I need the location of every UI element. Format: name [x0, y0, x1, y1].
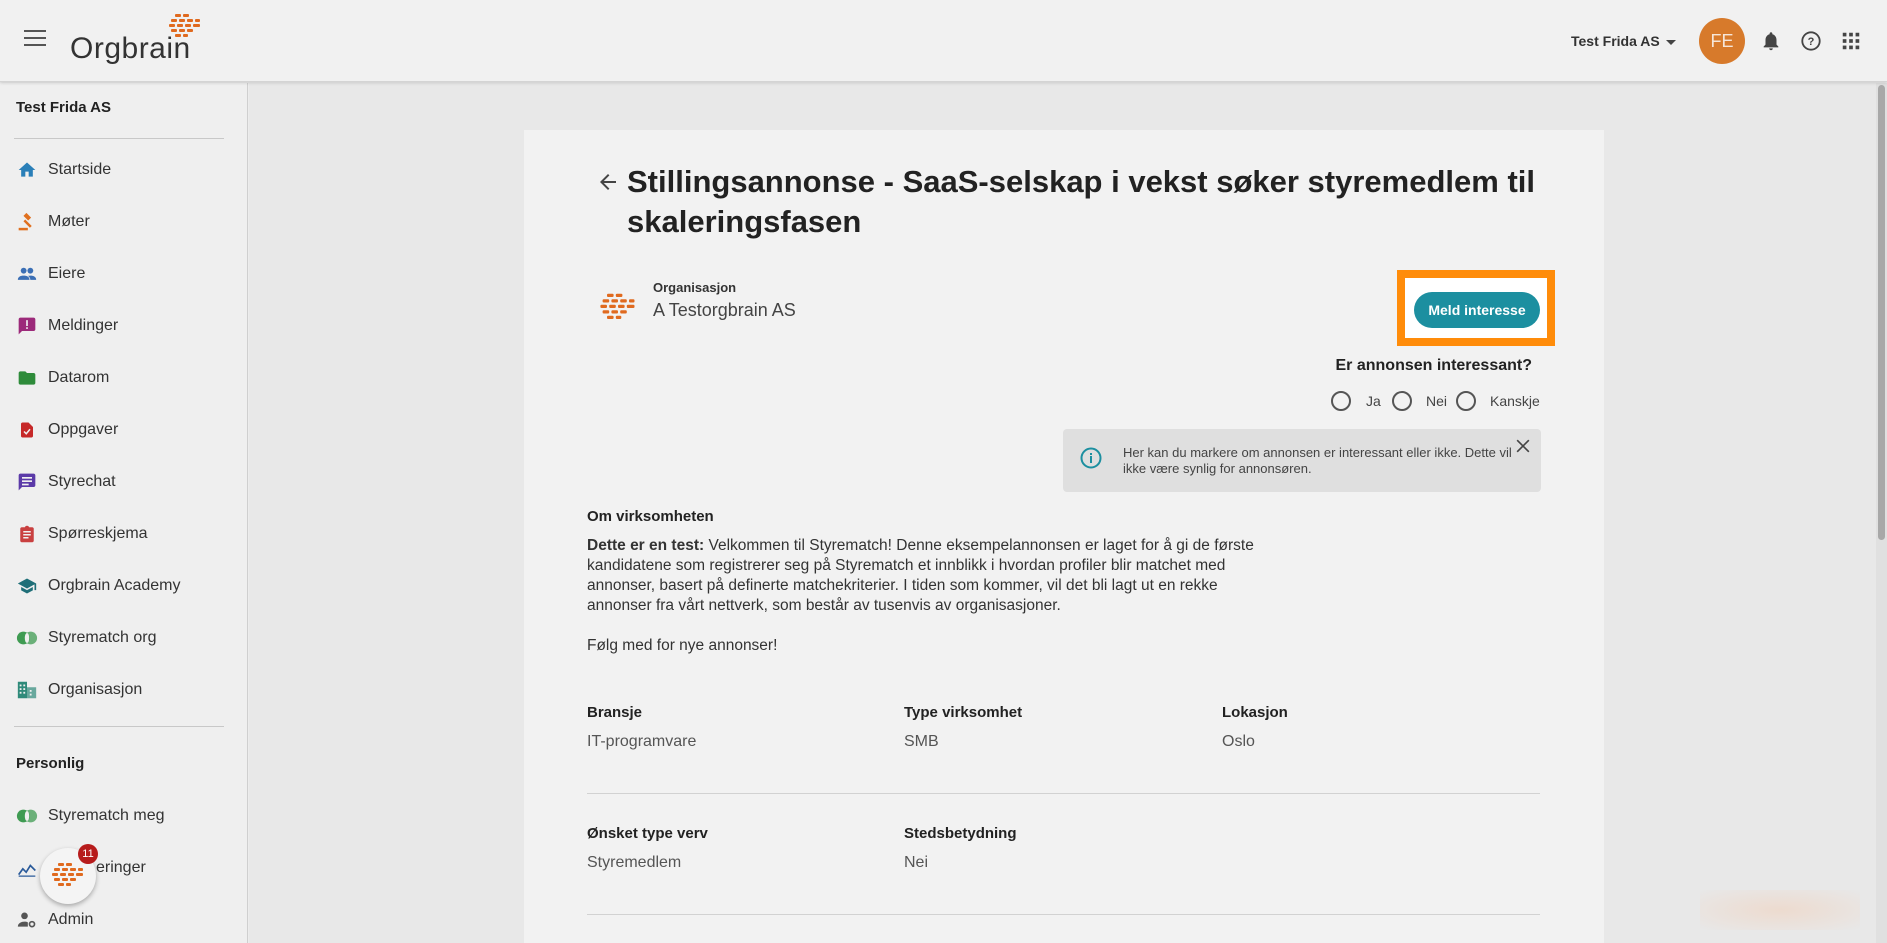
sidebar-item-label: Meldinger — [48, 317, 119, 334]
organization-logo-icon — [600, 293, 635, 319]
follow-text: Følg med for nye annonser! — [587, 637, 778, 654]
radio-nei[interactable] — [1392, 391, 1412, 411]
page-title: Stillingsannonse - SaaS-selskap i vekst … — [627, 164, 1535, 239]
scrollbar-thumb[interactable] — [1878, 85, 1885, 540]
apps-grid-icon[interactable] — [1840, 30, 1862, 52]
about-description: Dette er en test: Velkommen til Styremat… — [587, 536, 1277, 616]
sidebar-item-styrechat[interactable]: Styrechat — [16, 467, 116, 497]
svg-text:?: ? — [1808, 36, 1815, 48]
menu-icon[interactable] — [24, 30, 46, 46]
avatar[interactable]: FE — [1699, 18, 1745, 64]
description-lead: Dette er en test: — [587, 537, 705, 554]
field-value-type-virksomhet: SMB — [904, 733, 939, 750]
sidebar-item-label: Orgbrain Academy — [48, 577, 181, 594]
radio-kanskje-label: Kanskje — [1490, 393, 1540, 409]
interest-question: Er annonsen interessant? — [1335, 357, 1533, 374]
sidebar-item-label: Møter — [48, 213, 90, 230]
about-section-title: Om virksomheten — [587, 508, 714, 525]
field-label-lokasjon: Lokasjon — [1222, 704, 1288, 721]
sidebar-item-moter[interactable]: Møter — [16, 207, 90, 237]
brain-logo-icon — [169, 14, 200, 37]
organization-icon — [16, 679, 38, 701]
sidebar-item-startside[interactable]: Startside — [16, 155, 111, 185]
chart-icon — [16, 857, 38, 879]
top-app-bar: Orgbrain Test Frida AS FE ? — [0, 0, 1887, 82]
sidebar-item-label: Styrechat — [48, 473, 116, 490]
sidebar-item-label: Datarom — [48, 369, 110, 386]
home-icon — [16, 159, 38, 181]
organization-switcher-label: Test Frida AS — [1571, 33, 1660, 49]
sidebar-item-styrematch-meg[interactable]: Styrematch meg — [16, 801, 164, 831]
organization-switcher[interactable]: Test Frida AS — [1571, 33, 1676, 49]
info-icon — [1080, 447, 1102, 469]
sidebar-item-orgbrain-academy[interactable]: Orgbrain Academy — [16, 571, 181, 601]
people-icon — [16, 263, 38, 285]
sidebar-item-label: Organisasjon — [48, 681, 143, 698]
sidebar-item-meldinger[interactable]: Meldinger — [16, 311, 118, 341]
caret-down-icon — [1665, 39, 1676, 45]
sidebar-item-label: Startside — [48, 161, 112, 178]
divider — [587, 793, 1540, 794]
help-icon[interactable]: ? — [1800, 30, 1822, 52]
sidebar-item-admin[interactable]: Admin — [16, 905, 93, 935]
chat-icon — [16, 471, 38, 493]
info-text: Her kan du markere om annonsen er intere… — [1123, 445, 1512, 476]
brain-logo-icon — [52, 863, 83, 886]
radio-nei-label: Nei — [1426, 393, 1448, 409]
notification-badge: 11 — [78, 844, 98, 864]
organization-name: A Testorgbrain AS — [653, 300, 796, 320]
radio-ja[interactable] — [1331, 391, 1351, 411]
radio-kanskje[interactable] — [1456, 391, 1476, 411]
meld-interesse-button[interactable]: Meld interesse — [1414, 292, 1540, 328]
gavel-icon — [16, 211, 38, 233]
organization-label: Organisasjon — [653, 280, 737, 295]
sidebar-item-organisasjon[interactable]: Organisasjon — [16, 675, 142, 705]
sidebar-item-oppgaver[interactable]: Oppgaver — [16, 415, 118, 445]
sidebar-item-datarom[interactable]: Datarom — [16, 363, 109, 393]
sidebar-item-label: Admin — [48, 911, 94, 928]
sidebar-item-label: Spørreskjema — [48, 525, 148, 542]
clipboard-icon — [16, 523, 38, 545]
message-alert-icon — [16, 315, 38, 337]
field-label-bransje: Bransje — [587, 704, 643, 721]
school-icon — [16, 575, 38, 597]
sidebar-section-personal: Personlig — [16, 755, 85, 772]
match-icon — [16, 627, 38, 649]
close-icon[interactable] — [1513, 436, 1533, 456]
radio-ja-label: Ja — [1366, 393, 1381, 409]
sidebar-item-label: Eiere — [48, 265, 86, 282]
field-value-onsket-verv: Styremedlem — [587, 854, 682, 871]
bell-icon[interactable] — [1760, 30, 1782, 52]
sidebar-item-label: Styrematch org — [48, 629, 157, 646]
field-label-type-virksomhet: Type virksomhet — [904, 704, 1023, 721]
orgbrain-assistant-button[interactable]: 11 — [40, 844, 98, 904]
field-value-bransje: IT-programvare — [587, 733, 697, 750]
sidebar-item-label: eringer — [96, 859, 146, 876]
divider — [587, 914, 1540, 915]
folder-icon — [16, 367, 38, 389]
field-label-onsket-verv: Ønsket type verv — [587, 825, 708, 842]
back-arrow-icon[interactable] — [596, 170, 620, 194]
sidebar: Test Frida AS Startside Møter Eiere Meld… — [0, 83, 248, 943]
sidebar-divider — [14, 138, 224, 139]
field-value-stedsbetydning: Nei — [904, 854, 929, 871]
task-icon — [16, 419, 38, 441]
match-icon — [16, 805, 38, 827]
sidebar-item-label: Oppgaver — [48, 421, 119, 438]
sidebar-item-sporreskjema[interactable]: Spørreskjema — [16, 519, 148, 549]
corner-overlay — [1700, 890, 1860, 930]
field-label-stedsbetydning: Stedsbetydning — [904, 825, 1017, 842]
sidebar-item-eiere[interactable]: Eiere — [16, 259, 85, 289]
orgbrain-logo[interactable]: Orgbrain — [70, 12, 210, 68]
sidebar-item-label: Styrematch meg — [48, 807, 165, 824]
sidebar-org-name: Test Frida AS — [16, 99, 112, 116]
sidebar-divider — [14, 726, 224, 727]
sidebar-item-styrematch-org[interactable]: Styrematch org — [16, 623, 156, 653]
field-value-lokasjon: Oslo — [1222, 733, 1255, 750]
admin-icon — [16, 909, 38, 931]
